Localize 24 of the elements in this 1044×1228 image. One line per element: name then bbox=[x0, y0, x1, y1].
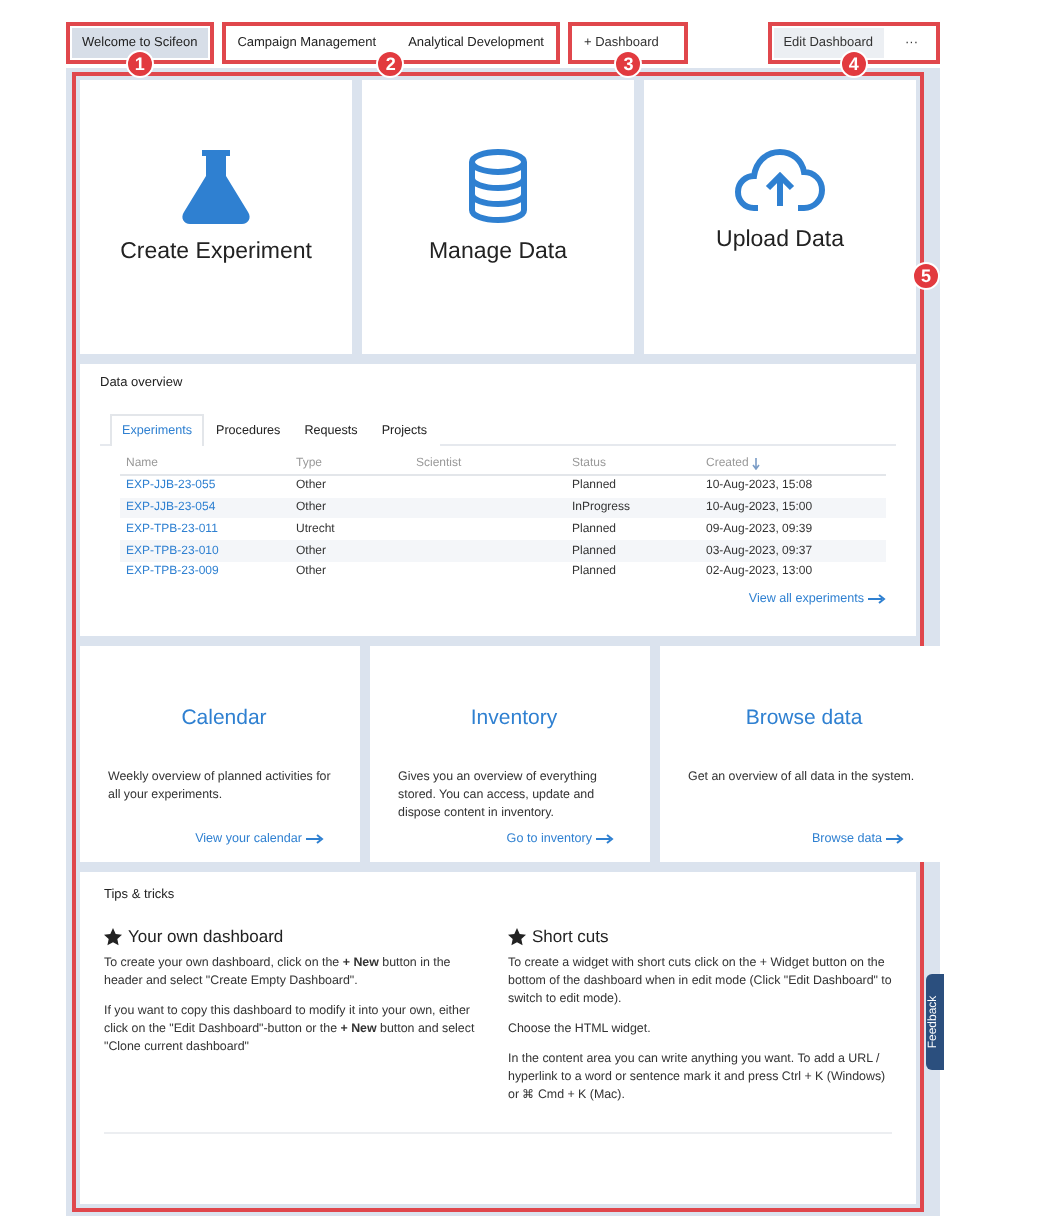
callout-number: 2 bbox=[376, 49, 405, 77]
tile-title: Calendar bbox=[179, 706, 269, 730]
arrow-right-icon bbox=[868, 593, 886, 604]
sort-arrow-icon bbox=[752, 457, 761, 470]
cloud-upload-icon bbox=[734, 148, 826, 212]
arrow-right-icon bbox=[886, 834, 904, 844]
tile-label: Create Experiment bbox=[120, 240, 312, 264]
arrow-right-icon bbox=[596, 834, 614, 844]
database-icon bbox=[466, 148, 530, 224]
star-icon bbox=[104, 927, 122, 945]
action-tile[interactable]: Upload Data bbox=[644, 80, 916, 354]
tile-title: Inventory bbox=[468, 706, 560, 730]
action-tile[interactable]: Create Experiment bbox=[80, 80, 352, 354]
tip-heading: Short cuts bbox=[532, 926, 609, 946]
callout-number: 3 bbox=[614, 49, 643, 77]
callout-number: 5 bbox=[912, 262, 940, 290]
tile-label: Manage Data bbox=[428, 240, 568, 264]
tile-title: Browse data bbox=[743, 706, 865, 730]
flask-icon bbox=[180, 148, 252, 224]
tip-heading: Your own dashboard bbox=[128, 926, 284, 946]
action-tile[interactable]: Manage Data bbox=[362, 80, 634, 354]
star-icon bbox=[508, 927, 526, 945]
arrow-right-icon bbox=[306, 834, 324, 844]
tile-label: Upload Data bbox=[716, 228, 844, 252]
